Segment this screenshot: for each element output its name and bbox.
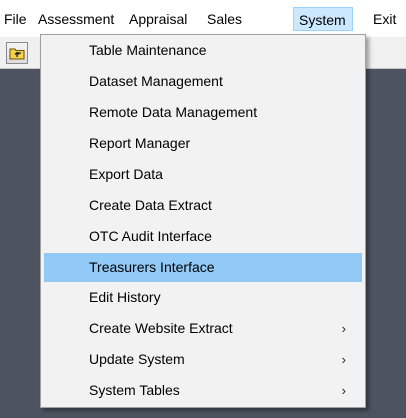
system-menu-dropdown: Table Maintenance Dataset Management Rem… [40,34,366,408]
menu-item-create-website-extract[interactable]: Create Website Extract › [44,316,362,341]
menu-item-label: Update System [89,351,185,367]
menu-item-label: System Tables [89,382,180,398]
menu-item-label: Edit History [89,289,161,305]
menu-item-system-tables[interactable]: System Tables › [44,378,362,403]
menu-exit[interactable]: Exit [373,9,396,29]
menu-item-label: Report Manager [89,135,191,151]
chevron-right-icon: › [341,383,346,398]
menu-item-label: Create Data Extract [89,197,212,213]
menu-item-export-data[interactable]: Export Data [44,162,362,187]
menu-system[interactable]: System [293,7,353,31]
folder-up-icon [9,48,25,60]
menu-appraisal[interactable]: Appraisal [129,9,187,29]
menu-file[interactable]: File [4,9,27,29]
menu-item-table-maintenance[interactable]: Table Maintenance [44,38,362,63]
menu-assessment[interactable]: Assessment [38,9,114,29]
menu-item-create-data-extract[interactable]: Create Data Extract [44,193,362,218]
menu-item-label: Dataset Management [89,73,223,89]
menu-item-label: OTC Audit Interface [89,228,212,244]
menu-item-label: Create Website Extract [89,320,233,336]
menu-item-update-system[interactable]: Update System › [44,347,362,372]
menu-item-remote-data-management[interactable]: Remote Data Management [44,100,362,125]
menu-item-report-manager[interactable]: Report Manager [44,131,362,156]
menu-item-dataset-management[interactable]: Dataset Management [44,69,362,94]
menu-item-treasurers-interface[interactable]: Treasurers Interface [44,253,362,282]
menu-item-label: Export Data [89,166,163,182]
menu-sales[interactable]: Sales [207,9,242,29]
menu-item-edit-history[interactable]: Edit History [44,285,362,310]
menu-item-otc-audit-interface[interactable]: OTC Audit Interface [44,224,362,249]
chevron-right-icon: › [341,321,346,336]
menu-item-label: Treasurers Interface [89,259,215,275]
menu-item-label: Remote Data Management [89,104,258,120]
menu-bar: File Assessment Appraisal Sales System E… [0,0,406,37]
folder-up-button[interactable] [6,42,28,64]
chevron-right-icon: › [341,352,346,367]
menu-item-label: Table Maintenance [89,42,207,58]
